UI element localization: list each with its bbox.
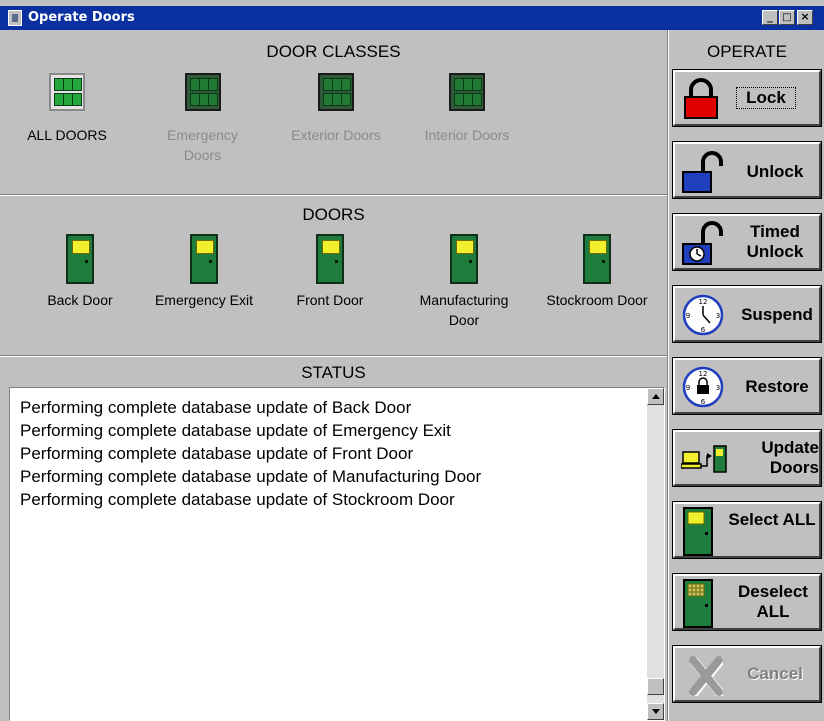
door-stockroom-door[interactable]: Stockroom Door <box>534 234 660 310</box>
timed-unlock-label: Timed Unlock <box>746 222 804 261</box>
cancel-button[interactable]: Cancel <box>673 646 821 702</box>
door-emergency-exit[interactable]: Emergency Exit <box>140 234 268 310</box>
door-class-emergency-doors[interactable]: Emergency Doors <box>150 73 255 165</box>
door-label: Front Door <box>296 292 364 308</box>
status-line: Performing complete database update of F… <box>20 444 414 463</box>
arrow-up-icon <box>652 394 660 399</box>
door-class-all-doors[interactable]: ALL DOORS <box>12 73 122 145</box>
svg-text:9: 9 <box>686 384 690 392</box>
door-classes-title: DOOR CLASSES <box>266 42 401 61</box>
close-button[interactable]: × <box>797 10 813 25</box>
unlock-button[interactable]: Unlock <box>673 142 821 198</box>
vertical-scrollbar[interactable] <box>647 388 664 720</box>
status-line: Performing complete database update of E… <box>20 421 451 440</box>
clock-lock-icon: 12 6 9 3 <box>682 366 724 408</box>
svg-text:6: 6 <box>701 326 706 334</box>
door-label: Stockroom Door <box>546 292 648 308</box>
svg-text:3: 3 <box>716 384 720 392</box>
status-log[interactable]: Performing complete database update of B… <box>9 387 665 721</box>
door-class-exterior-doors[interactable]: Exterior Doors <box>280 73 392 145</box>
door-icon <box>450 234 478 284</box>
door-icon <box>316 234 344 284</box>
doors-title: DOORS <box>302 205 365 224</box>
lock-label: Lock <box>736 87 796 109</box>
operate-doors-window: Operate Doors _ □ × DOOR CLASSES ALL DOO… <box>0 0 824 721</box>
app-icon[interactable] <box>8 10 22 26</box>
minimize-button[interactable]: _ <box>762 10 778 25</box>
window-title: Operate Doors <box>28 10 135 25</box>
operate-title: OPERATE <box>707 42 787 61</box>
scroll-thumb[interactable] <box>647 678 664 695</box>
restore-label: Restore <box>745 377 809 396</box>
door-icon <box>190 234 218 284</box>
door-class-interior-doors[interactable]: Interior Doors <box>412 73 522 145</box>
cancel-label: Cancel <box>747 664 803 683</box>
clock-icon: 12 6 9 3 <box>682 294 724 336</box>
door-group-icon <box>49 73 85 111</box>
svg-text:12: 12 <box>699 298 708 306</box>
status-line: Performing complete database update of B… <box>20 398 412 417</box>
door-label: Manufacturing Door <box>419 292 509 328</box>
scroll-down-button[interactable] <box>647 703 664 720</box>
status-title: STATUS <box>301 363 366 382</box>
arrow-down-icon <box>652 709 660 714</box>
svg-text:9: 9 <box>686 312 690 320</box>
door-manufacturing-door[interactable]: Manufacturing Door <box>410 234 518 330</box>
computer-to-door-icon <box>681 445 727 473</box>
status-lines: Performing complete database update of B… <box>20 396 481 511</box>
section-divider <box>0 194 667 196</box>
deselect-all-button[interactable]: Deselect ALL <box>673 574 821 630</box>
title-bar[interactable]: Operate Doors _ □ × <box>0 6 824 30</box>
door-label: Back Door <box>47 292 113 308</box>
restore-button[interactable]: 12 6 9 3 Restore <box>673 358 821 414</box>
select-all-button[interactable]: Select ALL <box>673 502 821 558</box>
deselect-all-label: Deselect ALL <box>738 582 808 621</box>
door-icon <box>583 234 611 284</box>
status-line: Performing complete database update of M… <box>20 467 482 486</box>
select-all-label: Select ALL <box>728 510 816 529</box>
door-back-door[interactable]: Back Door <box>30 234 130 310</box>
timed-unlock-button[interactable]: Timed Unlock <box>673 214 821 270</box>
door-label: Emergency Exit <box>154 292 254 308</box>
padlock-open-blue-icon <box>682 151 723 193</box>
panel-divider <box>667 30 669 721</box>
lock-button[interactable]: Lock <box>673 70 821 126</box>
door-front-door[interactable]: Front Door <box>280 234 380 310</box>
door-class-label: Exterior Doors <box>291 127 381 143</box>
door-class-label: ALL DOORS <box>27 127 107 143</box>
door-group-icon <box>449 73 485 111</box>
x-icon <box>689 656 723 696</box>
update-doors-button[interactable]: Update Doors <box>673 430 821 486</box>
update-doors-label: Update Doors <box>761 438 819 477</box>
svg-text:12: 12 <box>699 370 708 378</box>
svg-text:6: 6 <box>701 398 706 406</box>
door-icon <box>66 234 94 284</box>
section-divider <box>0 355 667 357</box>
padlock-closed-red-icon <box>684 78 718 119</box>
door-group-icon <box>184 73 221 111</box>
door-class-label: Emergency Doors <box>167 127 238 163</box>
padlock-clock-icon <box>682 221 723 265</box>
unlock-label: Unlock <box>746 162 804 181</box>
scroll-up-button[interactable] <box>647 388 664 405</box>
door-icon <box>683 507 713 556</box>
status-line: Performing complete database update of S… <box>20 490 455 509</box>
door-group-icon <box>318 73 354 111</box>
svg-text:3: 3 <box>716 312 720 320</box>
suspend-label: Suspend <box>741 305 813 324</box>
suspend-button[interactable]: 12 6 9 3 Suspend <box>673 286 821 342</box>
door-hatched-icon <box>683 579 713 628</box>
door-class-label: Interior Doors <box>424 127 510 143</box>
maximize-button[interactable]: □ <box>779 10 795 25</box>
